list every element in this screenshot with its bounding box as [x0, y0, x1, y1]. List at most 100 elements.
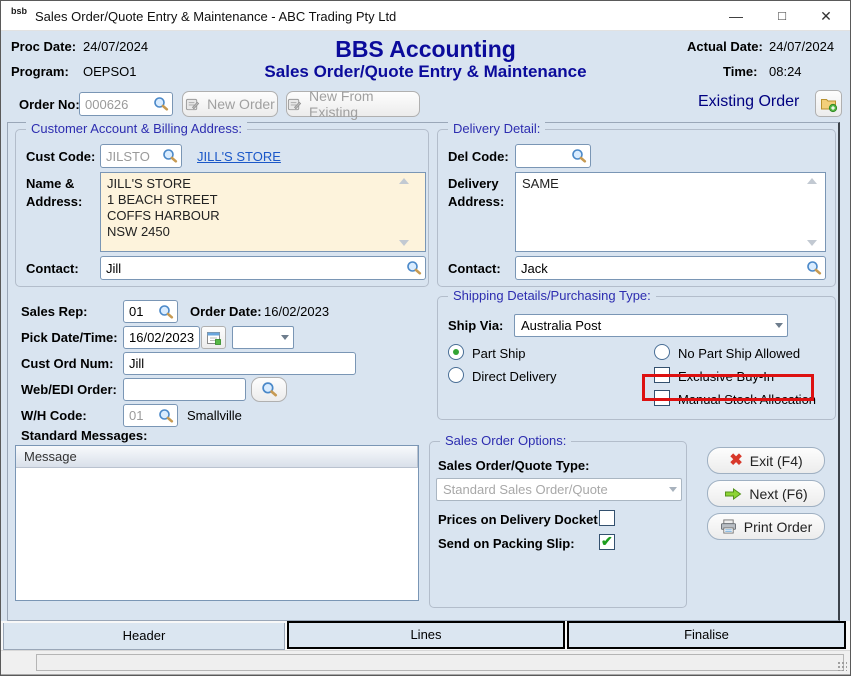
billing-contact-value: Jill [106, 261, 406, 276]
next-arrow-icon [724, 487, 742, 501]
cust-code-field[interactable]: JILSTO [100, 144, 182, 168]
maximize-button[interactable]: □ [760, 1, 804, 31]
actual-date-label: Actual Date: [687, 39, 763, 54]
printer-icon [720, 519, 737, 534]
order-no-value: 000626 [85, 97, 153, 112]
customer-group: Customer Account & Billing Address: Cust… [15, 129, 429, 287]
next-button[interactable]: Next (F6) [707, 480, 825, 507]
order-mode-label: Existing Order [698, 93, 799, 111]
customer-group-title: Customer Account & Billing Address: [26, 121, 247, 136]
search-icon[interactable] [153, 96, 169, 112]
new-order-button[interactable]: New Order [182, 91, 278, 117]
order-date-value: 16/02/2023 [264, 304, 329, 319]
tab-header[interactable]: Header [3, 623, 285, 650]
delivery-contact-value: Jack [521, 261, 806, 276]
order-type-combo[interactable]: Standard Sales Order/Quote [436, 478, 682, 501]
pick-date-value: 16/02/2023 [129, 330, 196, 345]
sales-rep-label: Sales Rep: [21, 304, 87, 319]
wh-code-label: W/H Code: [21, 408, 87, 423]
new-from-existing-label: New From Existing [309, 88, 419, 120]
close-button[interactable]: ✕ [804, 1, 848, 31]
app-logo-icon: bsb [10, 7, 28, 25]
name-address-label: Name & Address: [26, 175, 92, 211]
order-type-value: Standard Sales Order/Quote [443, 482, 669, 497]
resize-grip[interactable] [837, 661, 847, 671]
wh-name-value: Smallville [187, 408, 242, 423]
search-icon[interactable] [158, 408, 174, 424]
order-type-label: Sales Order/Quote Type: [438, 458, 589, 473]
web-edi-field[interactable] [123, 378, 246, 401]
search-icon[interactable] [806, 260, 822, 276]
delivery-group-title: Delivery Detail: [448, 121, 545, 136]
print-order-button[interactable]: Print Order [707, 513, 825, 540]
part-ship-label: Part Ship [472, 346, 525, 361]
scroll-down-icon[interactable] [399, 240, 409, 246]
send-packing-slip-label: Send on Packing Slip: [438, 536, 575, 551]
calendar-button[interactable] [201, 326, 226, 349]
cust-code-value: JILSTO [106, 149, 162, 164]
search-icon[interactable] [162, 148, 178, 164]
scroll-up-icon[interactable] [399, 178, 409, 184]
search-icon [261, 381, 278, 398]
actual-date-value: 24/07/2024 [769, 39, 834, 54]
delivery-address-textarea[interactable]: SAME [515, 172, 826, 252]
search-icon[interactable] [571, 148, 587, 164]
pick-date-field[interactable]: 16/02/2023 [123, 326, 200, 349]
sales-rep-field[interactable]: 01 [123, 300, 178, 323]
standard-messages-list[interactable]: Message [15, 445, 419, 601]
delivery-contact-label: Contact: [448, 261, 501, 276]
chevron-down-icon [775, 323, 783, 328]
exit-button[interactable]: ✖ Exit (F4) [707, 447, 825, 474]
chevron-down-icon [669, 487, 677, 492]
order-no-field[interactable]: 000626 [79, 92, 173, 116]
del-code-field[interactable] [515, 144, 591, 168]
web-edi-search-button[interactable] [251, 377, 287, 402]
sales-order-options-title: Sales Order Options: [440, 433, 571, 448]
existing-order-button[interactable] [815, 90, 842, 117]
ship-via-combo[interactable]: Australia Post [514, 314, 788, 337]
tab-finalise[interactable]: Finalise [567, 621, 846, 649]
billing-contact-field[interactable]: Jill [100, 256, 426, 280]
delivery-group: Delivery Detail: Del Code: Delivery Addr… [437, 129, 836, 287]
chevron-down-icon [281, 335, 289, 340]
direct-delivery-label: Direct Delivery [472, 369, 557, 384]
direct-delivery-radio[interactable] [448, 367, 464, 383]
ship-via-value: Australia Post [521, 318, 775, 333]
scroll-up-icon[interactable] [807, 178, 817, 184]
minimize-button[interactable]: — [714, 1, 758, 31]
scroll-down-icon[interactable] [807, 240, 817, 246]
time-label: Time: [723, 64, 757, 79]
send-packing-slip-checkbox[interactable] [599, 534, 615, 550]
order-date-label: Order Date: [190, 304, 262, 319]
no-part-ship-label: No Part Ship Allowed [678, 346, 800, 361]
next-button-label: Next (F6) [749, 486, 807, 502]
new-from-existing-button[interactable]: New From Existing [286, 91, 420, 117]
name-address-textarea[interactable]: JILL'S STORE 1 BEACH STREET COFFS HARBOU… [100, 172, 426, 252]
part-ship-radio[interactable] [448, 344, 464, 360]
search-icon[interactable] [158, 304, 174, 320]
shipping-group: Shipping Details/Purchasing Type: Ship V… [437, 296, 836, 420]
search-icon[interactable] [406, 260, 422, 276]
time-value: 08:24 [769, 64, 802, 79]
order-no-label: Order No: [19, 97, 80, 112]
cust-code-label: Cust Code: [26, 149, 95, 164]
no-part-ship-radio[interactable] [654, 344, 670, 360]
tab-lines[interactable]: Lines [287, 621, 565, 649]
delivery-address-label: Delivery Address: [448, 175, 514, 211]
cust-ord-num-field[interactable]: Jill [123, 352, 356, 375]
title-bar: bsb Sales Order/Quote Entry & Maintenanc… [1, 1, 850, 31]
sales-rep-value: 01 [129, 304, 158, 319]
new-from-existing-icon [287, 97, 302, 112]
prices-on-docket-label: Prices on Delivery Docket: [438, 512, 602, 527]
wh-code-value: 01 [129, 408, 158, 423]
window-title: Sales Order/Quote Entry & Maintenance - … [35, 9, 396, 24]
del-code-label: Del Code: [448, 149, 509, 164]
delivery-contact-field[interactable]: Jack [515, 256, 826, 280]
pick-date-label: Pick Date/Time: [21, 330, 118, 345]
wh-code-field[interactable]: 01 [123, 404, 178, 427]
message-column-header[interactable]: Message [16, 446, 418, 468]
prices-on-docket-checkbox[interactable] [599, 510, 615, 526]
new-order-label: New Order [207, 96, 275, 112]
pick-time-combo[interactable] [232, 326, 294, 349]
customer-name-link[interactable]: JILL'S STORE [197, 149, 281, 164]
